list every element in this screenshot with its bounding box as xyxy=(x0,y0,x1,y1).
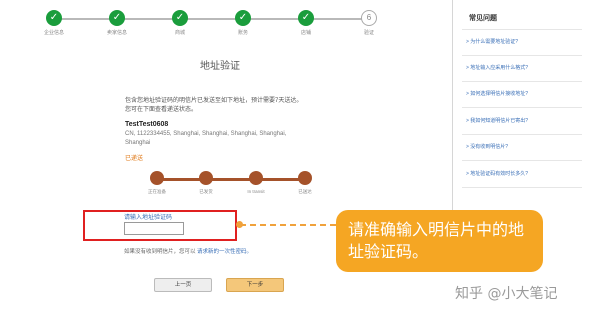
faq-separator xyxy=(462,107,582,108)
tracker-dot xyxy=(150,171,164,185)
check-icon: ✓ xyxy=(235,10,251,26)
faq-item[interactable]: > 我如何知道明信片已寄出? xyxy=(466,117,571,128)
faq-separator xyxy=(462,187,582,188)
step-5: ✓ 店铺 xyxy=(281,10,331,36)
step-6: 6 验证 xyxy=(344,10,394,36)
step-2: ✓ 卖家信息 xyxy=(92,10,142,36)
no-code-hint: 如果没有收到明信片，您可以 请求新的一次性密码。 xyxy=(124,247,252,255)
faq-item[interactable]: > 地址验证码有效时长多久? xyxy=(466,170,571,181)
progress-stepper: ✓ 企业信息 ✓ 卖家信息 ✓ 商城 ✓ 账务 ✓ 店铺 6 验证 xyxy=(38,10,383,40)
verification-description: 包含您地址验证码的明信片已发送至如下地址，预计需要7天送达。您可在下面查看递送状… xyxy=(125,98,303,113)
tracker-label: In transit xyxy=(247,189,265,194)
faq-item[interactable]: > 地址输入应采用什么格式? xyxy=(466,64,571,75)
check-icon: ✓ xyxy=(172,10,188,26)
step-label: 企业信息 xyxy=(43,30,64,36)
callout-connector-line xyxy=(240,224,336,226)
tracker-step: 已发货 xyxy=(186,171,226,195)
tracker-dot xyxy=(298,171,312,185)
faq-item[interactable]: > 如何选择明信片接收地址? xyxy=(466,90,571,101)
step-label: 账务 xyxy=(237,30,248,36)
tracker-label: 正在准备 xyxy=(148,189,166,194)
watermark: 知乎 @小大笔记 xyxy=(455,286,558,302)
verification-code-label: 请输入地址验证码 xyxy=(124,215,173,221)
page-title: 地址验证 xyxy=(200,61,240,72)
check-icon: ✓ xyxy=(46,10,62,26)
faq-separator xyxy=(462,81,582,82)
shipping-tracker: 正在准备 已发货 In transit 已送达 xyxy=(148,171,325,201)
faq-separator xyxy=(462,29,582,30)
faq-separator xyxy=(462,55,582,56)
step-4: ✓ 账务 xyxy=(218,10,268,36)
tracker-dot xyxy=(249,171,263,185)
no-code-text: 如果没有收到明信片，您可以 xyxy=(124,249,196,255)
step-1: ✓ 企业信息 xyxy=(29,10,79,36)
next-button[interactable]: 下一步 xyxy=(226,278,284,292)
verification-code-input[interactable] xyxy=(124,222,184,235)
callout-anchor-dot xyxy=(236,221,243,228)
tracker-dot xyxy=(199,171,213,185)
address-name: TestTest0608 xyxy=(125,121,169,128)
faq-item[interactable]: > 没有收到明信片? xyxy=(466,143,571,154)
delivery-status: 已递送 xyxy=(125,156,144,162)
tracker-step: 正在准备 xyxy=(137,171,177,195)
sidebar-divider xyxy=(452,0,453,210)
tracker-step: 已送达 xyxy=(285,171,325,195)
faq-title: 常见问题 xyxy=(469,15,497,22)
step-label: 卖家信息 xyxy=(106,30,127,36)
tracker-label: 已发货 xyxy=(199,189,213,194)
faq-separator xyxy=(462,160,582,161)
check-icon: ✓ xyxy=(109,10,125,26)
address-line: CN, 1122334455, Shanghai, Shanghai, Shan… xyxy=(125,131,287,146)
instruction-callout: 请准确输入明信片中的地址验证码。 xyxy=(336,210,543,272)
step-label: 商城 xyxy=(174,30,185,36)
step-number: 6 xyxy=(361,10,377,26)
tracker-label: 已送达 xyxy=(298,189,312,194)
previous-button[interactable]: 上一页 xyxy=(154,278,212,292)
check-icon: ✓ xyxy=(298,10,314,26)
step-label: 店铺 xyxy=(300,30,311,36)
step-label: 验证 xyxy=(363,30,374,36)
faq-item[interactable]: > 为什么需要地址验证? xyxy=(466,38,571,49)
request-new-code-link[interactable]: 请求新的一次性密码。 xyxy=(197,249,252,255)
faq-separator xyxy=(462,134,582,135)
tracker-step: In transit xyxy=(236,171,276,194)
step-3: ✓ 商城 xyxy=(155,10,205,36)
